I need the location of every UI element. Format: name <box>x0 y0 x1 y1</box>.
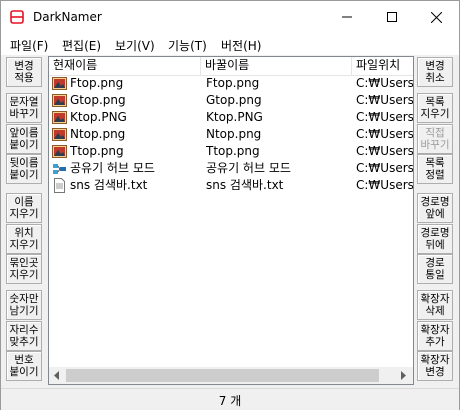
close-icon <box>431 11 442 23</box>
menu-tools[interactable]: 기능(T) <box>168 37 207 54</box>
image-file-icon <box>52 111 67 124</box>
location-cell: C:₩Users <box>356 178 414 192</box>
file-count: 7 개 <box>218 394 242 408</box>
column-header-new-name[interactable]: 바꿀이름 <box>201 57 352 75</box>
window-title: DarkNamer <box>33 10 102 24</box>
file-row[interactable]: Ftop.png Ftop.png C:₩Users <box>49 75 414 92</box>
right-button-5[interactable]: 경로명 앞에 <box>417 193 453 223</box>
menu-view[interactable]: 보기(V) <box>115 37 155 54</box>
right-button-8[interactable]: 확장자 삭제 <box>417 290 453 320</box>
location-cell: C:₩Users <box>356 93 414 107</box>
right-button-7[interactable]: 경로 통일 <box>417 254 453 284</box>
right-button-9[interactable]: 확장자 추가 <box>417 321 453 351</box>
location-cell: C:₩Users <box>356 161 414 175</box>
right-button-1[interactable]: 변경 취소 <box>417 57 453 87</box>
text-file-icon <box>54 178 65 193</box>
left-button-3[interactable]: 앞이름 붙이기 <box>6 124 42 154</box>
minimize-button[interactable] <box>324 1 369 33</box>
location-cell: C:₩Users <box>356 76 414 90</box>
image-file-icon <box>52 94 67 107</box>
column-header-location[interactable]: 파일위치 <box>352 57 413 75</box>
current-name-cell: Gtop.png <box>70 93 126 107</box>
location-cell: C:₩Users <box>356 144 414 158</box>
current-name-cell: 공유기 허브 모드 <box>70 161 155 175</box>
current-name-cell: Ntop.png <box>70 127 126 141</box>
menu-edit[interactable]: 편집(E) <box>62 37 101 54</box>
menu-file[interactable]: 파일(F) <box>10 37 48 54</box>
location-cell: C:₩Users <box>356 127 414 141</box>
right-button-4[interactable]: 목록 정렬 <box>417 154 453 184</box>
menu-bar: 파일(F) 편집(E) 보기(V) 기능(T) 버전(H) <box>1 33 459 55</box>
current-name-cell: Ftop.png <box>70 76 124 90</box>
file-row[interactable]: Ntop.png Ntop.png C:₩Users <box>49 126 414 143</box>
maximize-icon <box>386 12 397 22</box>
image-file-icon <box>52 77 67 90</box>
minimize-icon <box>341 16 352 18</box>
app-icon <box>10 10 24 24</box>
left-button-4[interactable]: 뒷이름 붙이기 <box>6 154 42 184</box>
current-name-cell: Ttop.png <box>70 144 124 158</box>
left-button-8[interactable]: 숫자만 남기기 <box>6 290 42 320</box>
image-file-icon <box>52 145 67 158</box>
left-button-2[interactable]: 문자열 바꾸기 <box>6 93 42 123</box>
new-name-cell: Ttop.png <box>206 144 260 158</box>
current-name-cell: sns 검색바.txt <box>70 178 148 192</box>
scroll-left-icon[interactable] <box>53 371 61 380</box>
new-name-cell: Ktop.PNG <box>206 110 263 124</box>
right-button-6[interactable]: 경로명 뒤에 <box>417 224 453 254</box>
right-button-2[interactable]: 목록 지우기 <box>417 93 453 123</box>
current-name-cell: Ktop.PNG <box>70 110 127 124</box>
title-bar[interactable]: DarkNamer <box>1 1 459 33</box>
left-button-1[interactable]: 변경 적용 <box>6 57 42 87</box>
scroll-right-icon[interactable] <box>400 371 408 380</box>
left-button-7[interactable]: 묶인곳 지우기 <box>6 254 42 284</box>
scrollbar-thumb[interactable] <box>66 369 379 382</box>
file-row[interactable]: Gtop.png Gtop.png C:₩Users <box>49 92 414 109</box>
horizontal-scrollbar[interactable] <box>49 367 413 384</box>
right-button-3: 직접 바꾸기 <box>417 124 453 154</box>
column-header-current-name[interactable]: 현재이름 <box>49 57 201 75</box>
status-bar: 7 개 <box>1 388 459 410</box>
left-button-6[interactable]: 위치 지우기 <box>6 224 42 254</box>
file-row[interactable]: sns 검색바.txt sns 검색바.txt C:₩Users <box>49 177 414 194</box>
left-button-5[interactable]: 이름 지우기 <box>6 193 42 223</box>
maximize-button[interactable] <box>369 1 414 33</box>
new-name-cell: Ftop.png <box>206 76 260 90</box>
menu-version[interactable]: 버전(H) <box>221 37 261 54</box>
file-row[interactable]: 공유기 허브 모드 공유기 허브 모드 C:₩Users <box>49 160 414 177</box>
file-row[interactable]: Ttop.png Ttop.png C:₩Users <box>49 143 414 160</box>
location-cell: C:₩Users <box>356 110 414 124</box>
file-row[interactable]: Ktop.PNG Ktop.PNG C:₩Users <box>49 109 414 126</box>
network-shortcut-icon <box>53 164 66 174</box>
file-list[interactable]: 현재이름 바꿀이름 파일위치 Ftop.png Ftop.png C:₩Users G… <box>48 56 414 385</box>
close-button[interactable] <box>414 1 459 33</box>
left-button-10[interactable]: 번호 붙이기 <box>6 351 42 381</box>
new-name-cell: Gtop.png <box>206 93 262 107</box>
list-header: 현재이름 바꿀이름 파일위치 <box>49 57 413 76</box>
app-window: DarkNamer 파일(F) 편집(E) 보기(V) 기능(T) 버전(H) … <box>0 0 460 410</box>
image-file-icon <box>52 128 67 141</box>
right-button-10[interactable]: 확장자 변경 <box>417 351 453 381</box>
left-button-9[interactable]: 자리수 맞추기 <box>6 321 42 351</box>
new-name-cell: 공유기 허브 모드 <box>206 161 291 175</box>
new-name-cell: sns 검색바.txt <box>206 178 284 192</box>
new-name-cell: Ntop.png <box>206 127 262 141</box>
